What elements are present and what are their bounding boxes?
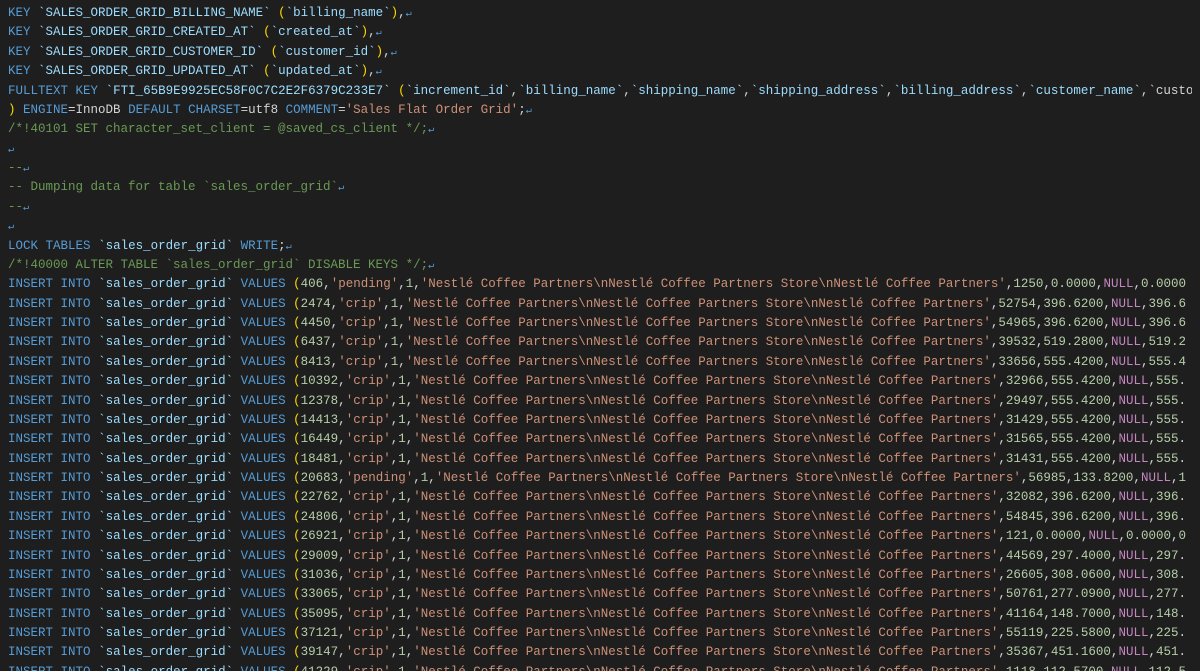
line-content: INSERT INTO `sales_order_grid` VALUES (1…	[8, 450, 1192, 469]
code-line: INSERT INTO `sales_order_grid` VALUES (3…	[0, 585, 1200, 604]
code-editor: KEY `SALES_ORDER_GRID_BILLING_NAME` (`bi…	[0, 0, 1200, 671]
line-content: INSERT INTO `sales_order_grid` VALUES (2…	[8, 295, 1192, 314]
line-content: INSERT INTO `sales_order_grid` VALUES (6…	[8, 333, 1192, 352]
line-content: INSERT INTO `sales_order_grid` VALUES (1…	[8, 392, 1192, 411]
line-content: INSERT INTO `sales_order_grid` VALUES (3…	[8, 643, 1192, 662]
line-content: ↵	[8, 217, 1192, 236]
line-content: -- Dumping data for table `sales_order_g…	[8, 178, 1192, 197]
code-line: KEY `SALES_ORDER_GRID_CREATED_AT` (`crea…	[0, 23, 1200, 42]
line-content: INSERT INTO `sales_order_grid` VALUES (3…	[8, 624, 1192, 643]
code-line: INSERT INTO `sales_order_grid` VALUES (2…	[0, 295, 1200, 314]
code-line: INSERT INTO `sales_order_grid` VALUES (3…	[0, 643, 1200, 662]
code-line: INSERT INTO `sales_order_grid` VALUES (3…	[0, 566, 1200, 585]
code-line: INSERT INTO `sales_order_grid` VALUES (8…	[0, 353, 1200, 372]
code-line: INSERT INTO `sales_order_grid` VALUES (3…	[0, 624, 1200, 643]
code-line: INSERT INTO `sales_order_grid` VALUES (2…	[0, 508, 1200, 527]
line-content: INSERT INTO `sales_order_grid` VALUES (3…	[8, 585, 1192, 604]
line-content: KEY `SALES_ORDER_GRID_CREATED_AT` (`crea…	[8, 23, 1192, 42]
line-content: INSERT INTO `sales_order_grid` VALUES (2…	[8, 547, 1192, 566]
code-line: ) ENGINE=InnoDB DEFAULT CHARSET=utf8 COM…	[0, 101, 1200, 120]
code-line: KEY `SALES_ORDER_GRID_UPDATED_AT` (`upda…	[0, 62, 1200, 81]
line-content: INSERT INTO `sales_order_grid` VALUES (3…	[8, 605, 1192, 624]
code-line: INSERT INTO `sales_order_grid` VALUES (1…	[0, 392, 1200, 411]
code-line: INSERT INTO `sales_order_grid` VALUES (1…	[0, 450, 1200, 469]
line-content: FULLTEXT KEY `FTI_65B9E9925EC58F0C7C2E2F…	[8, 82, 1192, 101]
line-content: ) ENGINE=InnoDB DEFAULT CHARSET=utf8 COM…	[8, 101, 1192, 120]
line-content: KEY `SALES_ORDER_GRID_CUSTOMER_ID` (`cus…	[8, 43, 1192, 62]
line-content: INSERT INTO `sales_order_grid` VALUES (4…	[8, 663, 1192, 671]
code-line: INSERT INTO `sales_order_grid` VALUES (4…	[0, 275, 1200, 294]
line-content: LOCK TABLES `sales_order_grid` WRITE;↵	[8, 237, 1192, 256]
code-line: INSERT INTO `sales_order_grid` VALUES (2…	[0, 547, 1200, 566]
code-line: KEY `SALES_ORDER_GRID_CUSTOMER_ID` (`cus…	[0, 43, 1200, 62]
line-content: /*!40000 ALTER TABLE `sales_order_grid` …	[8, 256, 1192, 275]
line-content: INSERT INTO `sales_order_grid` VALUES (2…	[8, 469, 1192, 488]
line-content: KEY `SALES_ORDER_GRID_BILLING_NAME` (`bi…	[8, 4, 1192, 23]
line-content: INSERT INTO `sales_order_grid` VALUES (1…	[8, 411, 1192, 430]
line-content: INSERT INTO `sales_order_grid` VALUES (3…	[8, 566, 1192, 585]
line-content: KEY `SALES_ORDER_GRID_UPDATED_AT` (`upda…	[8, 62, 1192, 81]
line-content: INSERT INTO `sales_order_grid` VALUES (4…	[8, 275, 1192, 294]
code-line: ↵	[0, 140, 1200, 159]
line-content: INSERT INTO `sales_order_grid` VALUES (4…	[8, 314, 1192, 333]
code-line: -- Dumping data for table `sales_order_g…	[0, 178, 1200, 197]
code-line: INSERT INTO `sales_order_grid` VALUES (4…	[0, 314, 1200, 333]
code-line: INSERT INTO `sales_order_grid` VALUES (6…	[0, 333, 1200, 352]
code-line: INSERT INTO `sales_order_grid` VALUES (2…	[0, 469, 1200, 488]
code-line: LOCK TABLES `sales_order_grid` WRITE;↵	[0, 237, 1200, 256]
line-content: ↵	[8, 140, 1192, 159]
code-line: /*!40101 SET character_set_client = @sav…	[0, 120, 1200, 139]
code-line: INSERT INTO `sales_order_grid` VALUES (4…	[0, 663, 1200, 671]
line-content: /*!40101 SET character_set_client = @sav…	[8, 120, 1192, 139]
code-line: KEY `SALES_ORDER_GRID_BILLING_NAME` (`bi…	[0, 4, 1200, 23]
code-line: INSERT INTO `sales_order_grid` VALUES (2…	[0, 488, 1200, 507]
code-line: INSERT INTO `sales_order_grid` VALUES (1…	[0, 411, 1200, 430]
line-content: INSERT INTO `sales_order_grid` VALUES (2…	[8, 508, 1192, 527]
line-content: INSERT INTO `sales_order_grid` VALUES (2…	[8, 527, 1192, 546]
line-content: INSERT INTO `sales_order_grid` VALUES (1…	[8, 372, 1192, 391]
line-content: INSERT INTO `sales_order_grid` VALUES (8…	[8, 353, 1192, 372]
line-content: INSERT INTO `sales_order_grid` VALUES (1…	[8, 430, 1192, 449]
code-line: INSERT INTO `sales_order_grid` VALUES (1…	[0, 372, 1200, 391]
code-line: --↵	[0, 159, 1200, 178]
code-line: ↵	[0, 217, 1200, 236]
code-line: INSERT INTO `sales_order_grid` VALUES (3…	[0, 605, 1200, 624]
code-line: --↵	[0, 198, 1200, 217]
line-content: --↵	[8, 159, 1192, 178]
code-line: FULLTEXT KEY `FTI_65B9E9925EC58F0C7C2E2F…	[0, 82, 1200, 101]
line-content: INSERT INTO `sales_order_grid` VALUES (2…	[8, 488, 1192, 507]
line-content: --↵	[8, 198, 1192, 217]
code-line: INSERT INTO `sales_order_grid` VALUES (2…	[0, 527, 1200, 546]
code-line: INSERT INTO `sales_order_grid` VALUES (1…	[0, 430, 1200, 449]
code-line: /*!40000 ALTER TABLE `sales_order_grid` …	[0, 256, 1200, 275]
